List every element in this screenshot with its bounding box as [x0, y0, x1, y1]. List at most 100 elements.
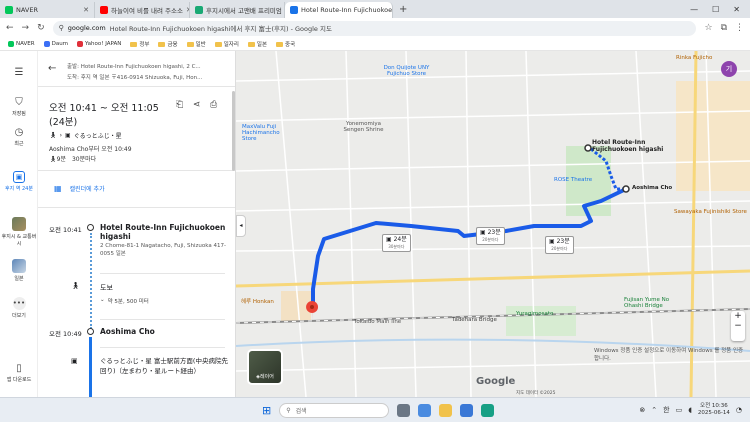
folder-icon[interactable] — [439, 403, 453, 417]
trip-time-range: 오전 10:41 ~ 오전 11:05 — [49, 103, 159, 114]
calendar-icon: ▦ — [54, 184, 62, 193]
place-label[interactable]: 헤루 Honkan — [241, 297, 274, 305]
star-icon[interactable]: ☆ — [704, 23, 712, 33]
google-logo: Google — [476, 376, 516, 387]
chevron-up-icon[interactable]: ⌃ — [651, 406, 657, 414]
depart-info: Aoshima Cho부터 오전 10:49 — [49, 146, 132, 153]
windows-start-icon[interactable]: ⊞ — [262, 404, 271, 417]
collapse-panel-button[interactable]: ◂ — [236, 215, 246, 237]
ime-indicator[interactable]: 한 — [663, 405, 669, 415]
profile-menu-icon[interactable]: ⋮ — [735, 23, 744, 33]
youtube-favicon — [100, 6, 108, 14]
tab-maps[interactable]: Hotel Route-Inn Fujichuokoen✕ — [285, 2, 393, 18]
naver-favicon — [8, 41, 14, 47]
menu-button[interactable]: ☰ — [0, 67, 38, 80]
hotel-marker — [584, 144, 592, 152]
tab-youtube[interactable]: 하늘이여 비를 내려 주소소✕ — [95, 2, 190, 18]
bookmark-naver[interactable]: NAVER — [8, 41, 35, 47]
forward-icon[interactable]: → — [22, 23, 30, 33]
trip-meta: 🚶︎9분 30분마다 — [49, 156, 97, 163]
place-label[interactable]: ROSE Theatre — [554, 177, 592, 183]
yahoo-favicon — [77, 41, 84, 47]
bookmark-daum[interactable]: Daum — [43, 41, 68, 47]
bookmark-folder[interactable]: 중국 — [276, 40, 295, 48]
zoom-out-button[interactable]: − — [731, 321, 745, 331]
rail-japan[interactable]: 일본 — [0, 259, 38, 282]
route-badge[interactable]: ▣ 23분 20분마다 — [476, 227, 505, 245]
avatar[interactable]: 기 — [721, 61, 737, 77]
share-icon[interactable]: ⋖ — [193, 100, 201, 110]
rail-recent[interactable]: ◷ 최근 — [0, 127, 38, 147]
bookmark-icon: ⛉ — [15, 97, 23, 108]
bookmark-folder[interactable]: 일본 — [247, 40, 267, 48]
origin-text: 출발: Hotel Route-Inn Fujichuokoen higashi… — [67, 64, 201, 70]
place-label[interactable]: Don Quijote UNY Fujichuo Store — [374, 65, 439, 77]
bookmark-folder[interactable]: 정부 — [130, 40, 149, 48]
bookmark-folder[interactable]: 일반 — [186, 40, 206, 48]
print-icon[interactable]: ⎙ — [210, 100, 217, 110]
bookmarks-bar: NAVER Daum Yahoo! JAPAN 정부 금융 일반 일자리 일본 … — [0, 38, 750, 51]
bell-icon[interactable]: ◔ — [736, 406, 742, 414]
notification-icon[interactable]: ⊗ — [639, 406, 645, 414]
bus-icon: ▣ — [386, 236, 394, 243]
maximize-button[interactable]: ☐ — [712, 5, 719, 14]
zoom-in-button[interactable]: + — [731, 311, 745, 321]
clock[interactable]: 오전 10:36 2025-06-14 — [698, 403, 730, 417]
rail-fuji-city[interactable]: 후지시 & 교통버시 — [0, 217, 38, 247]
place-label[interactable]: Rinka Fujicho — [676, 55, 748, 61]
place-label[interactable]: MaxValu Fuji Hachimancho Store — [242, 124, 292, 142]
close-icon[interactable]: ✕ — [83, 6, 89, 14]
layers-button[interactable]: ◈ 레이어 — [247, 349, 283, 385]
back-arrow-icon[interactable]: ← — [48, 63, 56, 74]
rail-fuji-station[interactable]: ▣ 후지 역 24분 — [0, 171, 38, 192]
place-label[interactable]: Fujisan Yume No Ohashi Bridge — [624, 297, 684, 309]
rail-more[interactable]: ••• 더보기 — [0, 297, 38, 319]
app-icon[interactable] — [418, 403, 432, 417]
taskbar-search[interactable]: ⚲ 검색 — [279, 402, 390, 418]
steps-summary: 🚶︎ › ▣ ぐるっとふじ・星 — [49, 132, 122, 140]
stop2-time: 오전 10:49 — [49, 330, 82, 338]
place-label[interactable]: Tadehara Bridge — [452, 317, 497, 323]
reload-icon[interactable]: ↻ — [37, 23, 45, 33]
folder-icon — [276, 41, 284, 47]
add-to-calendar-button[interactable]: ▦ 캘린더에 추가 — [54, 184, 105, 193]
rail-saved[interactable]: ⛉ 저장됨 — [0, 97, 38, 117]
map-canvas[interactable]: Hotel Route-Inn Fujichuokoen higashi Aos… — [236, 51, 750, 397]
stop2-name: Aoshima Cho — [100, 327, 155, 336]
panel-scrollbar[interactable] — [232, 91, 235, 171]
route-badge[interactable]: ▣ 24분 30분마다 — [382, 234, 411, 252]
hotel-label[interactable]: Hotel Route-Inn Fujichuokoen higashi — [592, 139, 692, 153]
route-badge[interactable]: ▣ 23분 20분마다 — [545, 236, 574, 254]
commercial-area — [676, 81, 750, 191]
tab-strip: NAVER✕ 하늘이여 비를 내려 주소소✕ 후지시에서 고맨배 프리미엄✕ H… — [0, 0, 750, 18]
task-view-icon[interactable] — [397, 403, 411, 417]
phone-send-icon[interactable]: ⎗ — [176, 100, 183, 110]
new-tab-button[interactable]: + — [393, 4, 413, 15]
walk-icon: 🚶︎ — [71, 282, 80, 290]
extensions-icon[interactable]: ⧉ — [721, 23, 727, 33]
back-icon[interactable]: ← — [6, 23, 14, 33]
bookmark-yahoo[interactable]: Yahoo! JAPAN — [77, 41, 121, 47]
store-icon[interactable] — [460, 403, 474, 417]
network-icon[interactable]: ▭ — [676, 406, 683, 414]
place-label[interactable]: Sawayaka Fujinishiki Store — [674, 209, 750, 215]
bookmark-folder[interactable]: 금융 — [158, 40, 178, 48]
map-footer: 지도 데이터 ©2025 — [516, 391, 556, 396]
thumbnail-icon — [12, 217, 26, 231]
bookmark-folder[interactable]: 일자리 — [214, 40, 239, 48]
aoshima-label[interactable]: Aoshima Cho — [632, 185, 672, 191]
walk-icon: 🚶︎ — [49, 156, 57, 163]
browser-icon[interactable] — [481, 403, 495, 417]
close-window-button[interactable]: ✕ — [733, 5, 740, 14]
place-label[interactable]: Yuragimosato — [516, 311, 553, 317]
place-label[interactable]: Yonemomiya Sengen Shrine — [336, 121, 391, 133]
rail-app-download[interactable]: ▯ 앱 다운로드 — [0, 363, 38, 383]
volume-icon[interactable]: ◖ — [688, 406, 692, 414]
minimize-button[interactable]: — — [690, 5, 698, 14]
thumbnail-icon — [12, 259, 26, 273]
url-field[interactable]: ⚲ google.com Hotel Route-Inn Fujichuokoe… — [52, 20, 697, 36]
site-info-icon[interactable]: ⚲ — [59, 24, 64, 32]
tab-fuji[interactable]: 후지시에서 고맨배 프리미엄✕ — [190, 2, 285, 18]
tab-naver[interactable]: NAVER ✕ — [0, 2, 95, 18]
walk-detail-toggle[interactable]: ⌄ 약 5분, 500 미터 — [100, 297, 149, 305]
